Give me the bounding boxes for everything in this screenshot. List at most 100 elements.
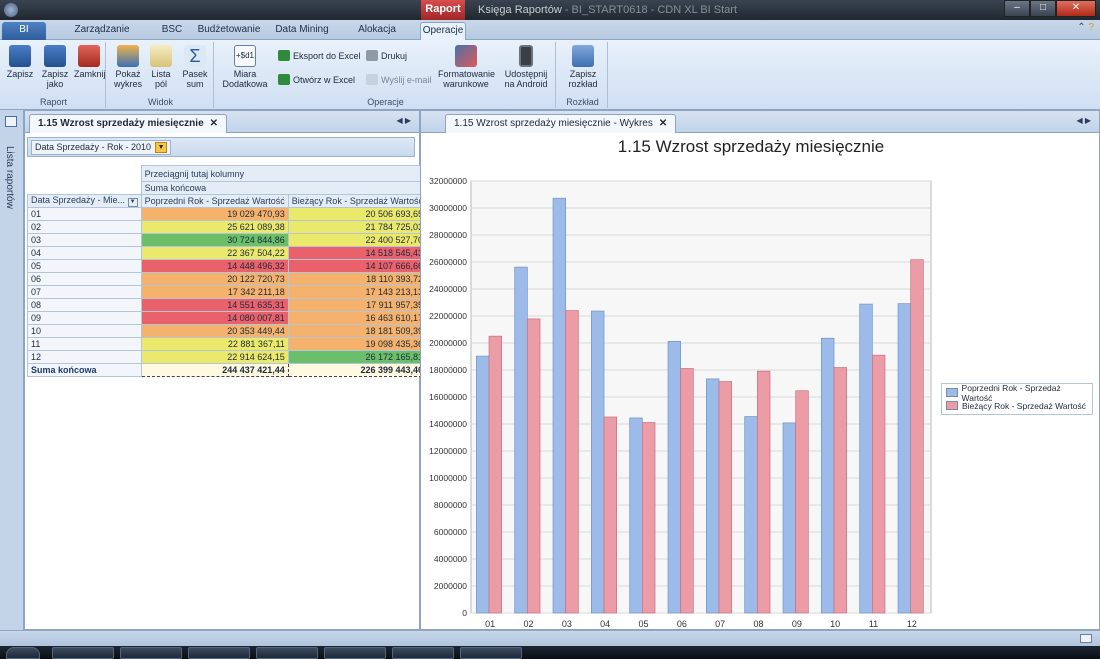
month-cell[interactable]: 05 <box>27 259 142 273</box>
col-current-year-header[interactable]: Bieżący Rok - Sprzedaż Wartość <box>287 194 428 208</box>
close-tab-icon[interactable]: ✕ <box>210 118 218 129</box>
print-button[interactable]: Drukuj <box>366 50 407 61</box>
measure-button[interactable]: +$d1 Miara Dodatkowa <box>222 45 268 89</box>
taskbar-app-1[interactable] <box>52 647 114 659</box>
taskbar-app-2[interactable] <box>120 647 182 659</box>
app-icon[interactable] <box>4 3 18 17</box>
month-cell[interactable]: 11 <box>27 337 142 351</box>
ribbon-minimize-help[interactable]: ⌃ ? <box>1077 22 1094 33</box>
tab-bsc[interactable]: BSC <box>156 22 188 40</box>
tab-data-mining[interactable]: Data Mining <box>270 22 334 40</box>
month-cell[interactable]: 09 <box>27 311 142 325</box>
previous-year-value[interactable]: 22 367 504,22 <box>140 246 289 260</box>
minimize-button[interactable]: – <box>1004 0 1030 17</box>
share-android-button[interactable]: Udostępnij na Android <box>500 45 552 89</box>
current-year-value[interactable]: 17 143 213,13 <box>287 285 428 299</box>
current-year-value[interactable]: 18 110 393,72 <box>287 272 428 286</box>
row-field-dropdown-icon[interactable]: ▼ <box>127 198 138 207</box>
close-window-button[interactable]: ✕ <box>1056 0 1096 17</box>
previous-year-value[interactable]: 14 448 496,32 <box>140 259 289 273</box>
conditional-format-label: Formatowanie warunkowe <box>438 69 496 89</box>
column-drop-area[interactable]: Przeciągnij tutaj kolumny <box>140 165 428 182</box>
month-cell[interactable]: 04 <box>27 246 142 260</box>
month-cell[interactable]: 03 <box>27 233 142 247</box>
close-report-button[interactable]: Zamknij <box>74 45 106 79</box>
previous-year-value[interactable]: 14 551 635,31 <box>140 298 289 312</box>
measure-icon: +$d1 <box>234 45 256 67</box>
col-previous-year-header[interactable]: Poprzedni Rok - Sprzedaż Wartość <box>140 194 289 208</box>
tab-nav-arrows[interactable]: ◀ ▶ <box>396 116 411 125</box>
tab-cost-allocation[interactable]: Alokacja kosztów <box>340 22 414 51</box>
current-year-value[interactable]: 26 172 165,81 <box>287 350 428 364</box>
tab-bi[interactable]: BI <box>2 22 46 40</box>
previous-year-value[interactable]: 17 342 211,18 <box>140 285 289 299</box>
send-email-button[interactable]: Wyślij e-mail <box>366 74 431 85</box>
taskbar-app-5[interactable] <box>324 647 386 659</box>
save-button[interactable]: Zapisz <box>6 45 34 79</box>
current-year-value[interactable]: 18 181 509,39 <box>287 324 428 338</box>
total-previous-year[interactable]: 244 437 421,44 <box>140 363 289 377</box>
export-excel-button[interactable]: Eksport do Excel <box>278 50 361 61</box>
current-year-value[interactable]: 17 911 957,35 <box>287 298 428 312</box>
report-list-sidebar[interactable]: Lista raportów <box>0 110 24 630</box>
tab-report-management[interactable]: Zarządzanie raportami <box>56 22 148 51</box>
current-year-value[interactable]: 16 463 610,17 <box>287 311 428 325</box>
tab-budgeting[interactable]: Budżetowanie <box>196 22 262 40</box>
tab-pivot-report[interactable]: 1.15 Wzrost sprzedaży miesięcznie ✕ <box>29 114 228 133</box>
grand-total-header: Suma końcowa <box>140 181 428 195</box>
x-tick-label: 11 <box>869 619 878 629</box>
previous-year-value[interactable]: 30 724 844,86 <box>140 233 289 247</box>
tab-operations[interactable]: Operacje <box>420 22 466 40</box>
bar-current-year <box>526 318 541 614</box>
field-list-button[interactable]: Lista pól <box>148 45 174 89</box>
month-cell[interactable]: 06 <box>27 272 142 286</box>
sum-bar-label: Pasek sum <box>182 69 208 89</box>
current-year-value[interactable]: 21 784 725,03 <box>287 220 428 234</box>
group-operacje-label: Operacje <box>367 97 404 107</box>
start-button[interactable] <box>6 647 40 659</box>
current-year-value[interactable]: 14 107 666,66 <box>287 259 428 273</box>
save-as-button[interactable]: Zapisz jako <box>38 45 72 89</box>
current-year-value[interactable]: 22 400 527,70 <box>287 233 428 247</box>
bar-previous-year <box>706 378 720 614</box>
year-filter[interactable]: Data Sprzedaży - Rok - 2010 ▼ <box>31 140 172 155</box>
month-cell[interactable]: 10 <box>27 324 142 338</box>
previous-year-value[interactable]: 25 621 089,38 <box>140 220 289 234</box>
bar-current-year <box>757 370 771 614</box>
sum-bar-button[interactable]: Σ Pasek sum <box>180 45 210 89</box>
month-cell[interactable]: 02 <box>27 220 142 234</box>
x-tick-label: 01 <box>485 619 495 629</box>
taskbar-app-6[interactable] <box>392 647 454 659</box>
y-tick-label: 28000000 <box>429 230 467 240</box>
month-cell[interactable]: 08 <box>27 298 142 312</box>
save-layout-button[interactable]: Zapisz rozkład <box>562 45 604 89</box>
show-chart-button[interactable]: Pokaż wykres <box>112 45 144 89</box>
table-row: 09 14 080 007,81 16 463 610,17 <box>27 311 428 325</box>
month-cell[interactable]: 01 <box>27 207 142 221</box>
status-layout-icon[interactable] <box>1080 634 1092 643</box>
taskbar-app-7[interactable] <box>460 647 522 659</box>
previous-year-value[interactable]: 19 029 470,93 <box>140 207 289 221</box>
current-year-value[interactable]: 14 518 545,43 <box>287 246 428 260</box>
previous-year-value[interactable]: 22 914 624,15 <box>140 350 289 364</box>
conditional-format-button[interactable]: Formatowanie warunkowe <box>438 45 496 89</box>
current-year-value[interactable]: 20 506 693,65 <box>287 207 428 221</box>
month-cell[interactable]: 07 <box>27 285 142 299</box>
previous-year-value[interactable]: 14 080 007,81 <box>140 311 289 325</box>
current-year-value[interactable]: 19 098 435,36 <box>287 337 428 351</box>
row-field-header[interactable]: Data Sprzedaży - Mie... ▼ <box>27 194 142 208</box>
taskbar-app-4[interactable] <box>256 647 318 659</box>
filter-dropdown-icon[interactable]: ▼ <box>155 142 168 153</box>
sidebar-pin-icon[interactable] <box>5 116 17 127</box>
bar-chart: 0200000040000006000000800000010000000120… <box>429 176 932 629</box>
open-excel-button[interactable]: Otwórz w Excel <box>278 74 355 85</box>
maximize-button[interactable]: □ <box>1030 0 1056 17</box>
table-row: 01 19 029 470,93 20 506 693,65 <box>27 207 428 221</box>
total-current-year[interactable]: 226 399 443,40 <box>287 363 428 377</box>
floppy-icon <box>9 45 31 67</box>
previous-year-value[interactable]: 20 353 449,44 <box>140 324 289 338</box>
previous-year-value[interactable]: 20 122 720,73 <box>140 272 289 286</box>
taskbar-app-3[interactable] <box>188 647 250 659</box>
previous-year-value[interactable]: 22 881 367,11 <box>140 337 289 351</box>
month-cell[interactable]: 12 <box>27 350 142 364</box>
